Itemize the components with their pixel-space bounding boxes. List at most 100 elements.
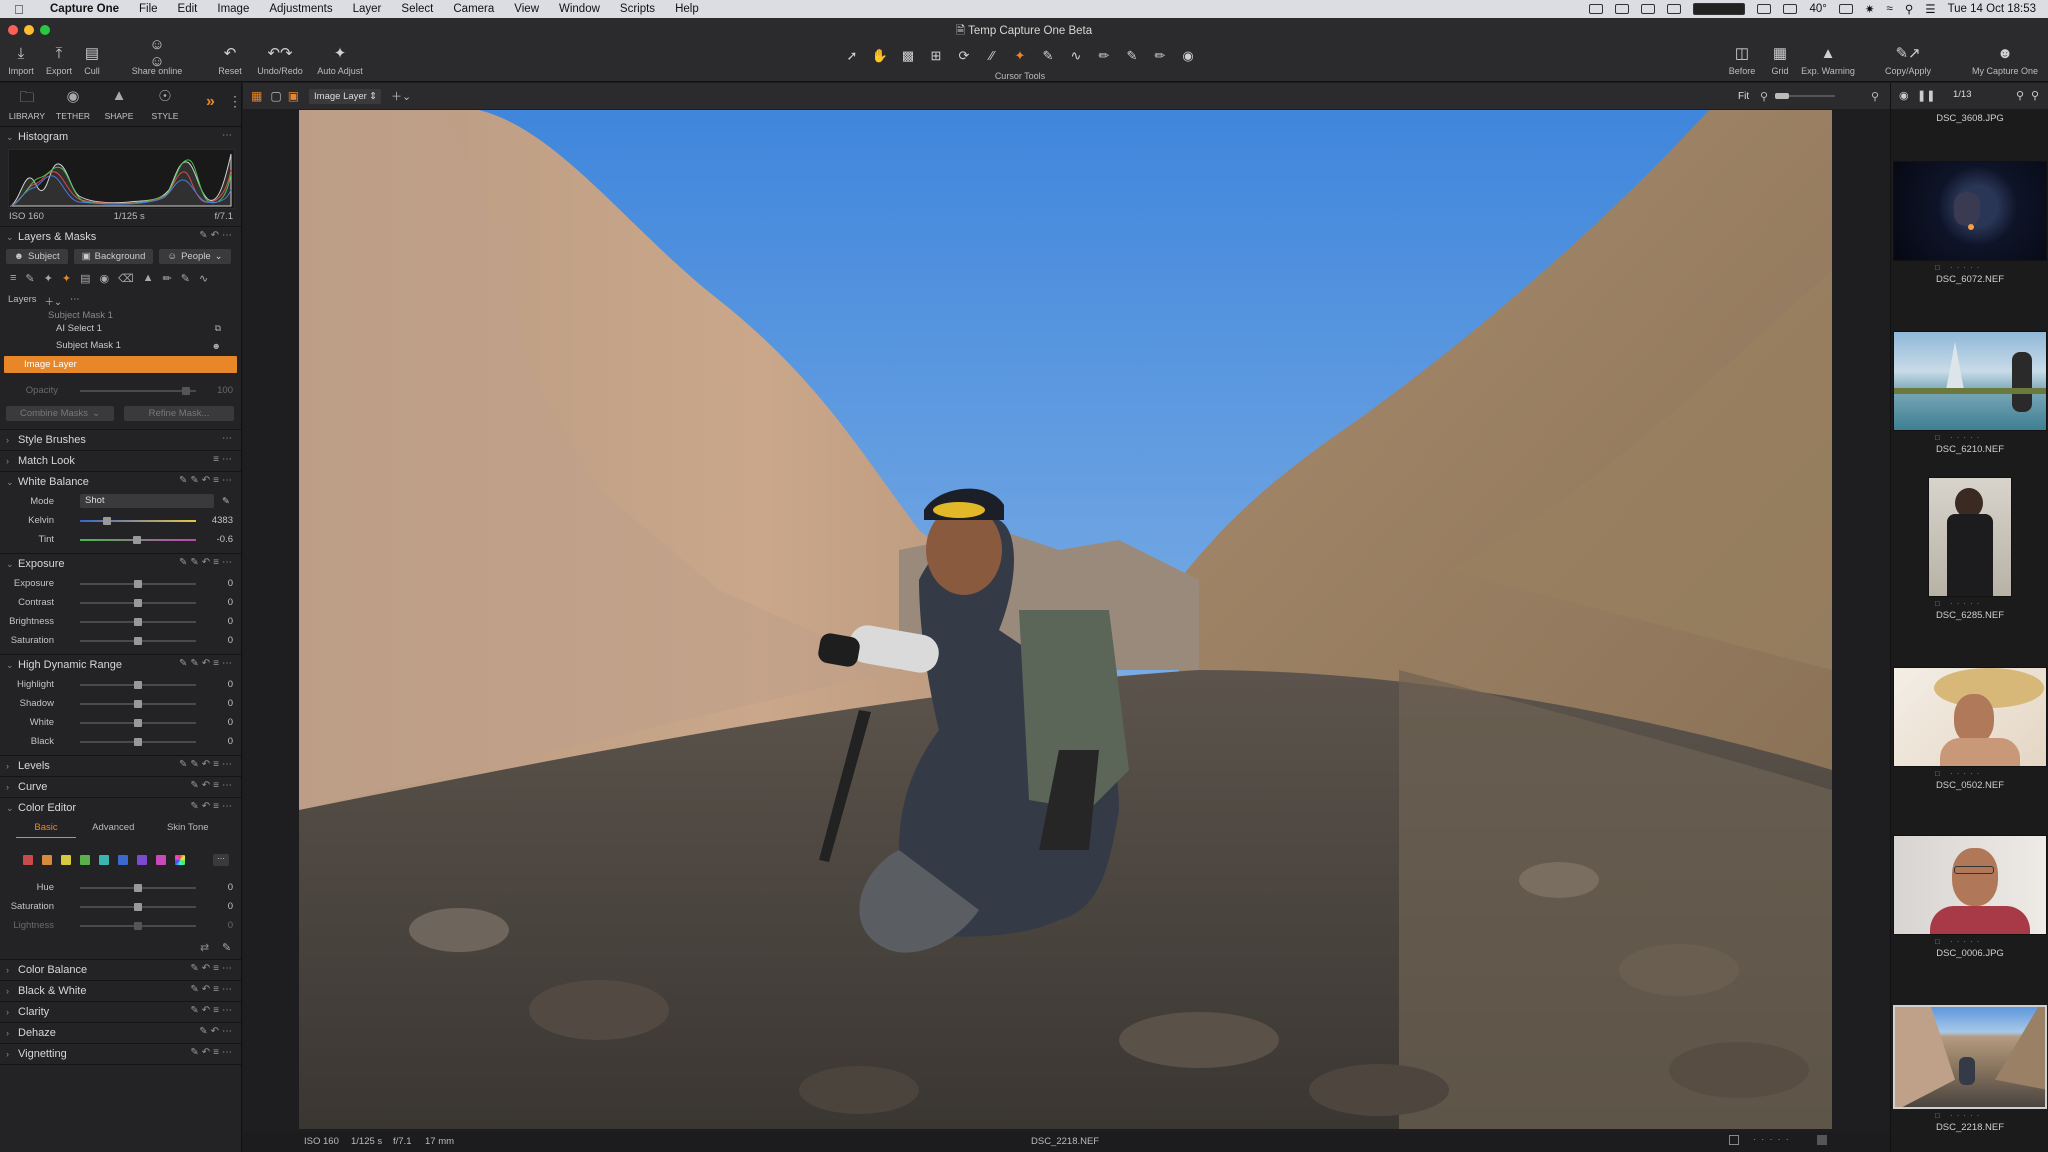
- tool-actions-icon[interactable]: ✎↶≡⋯: [190, 984, 235, 995]
- opacity-slider[interactable]: Opacity 100: [0, 381, 241, 400]
- swatch-green[interactable]: [79, 854, 91, 866]
- swatch-all-colors[interactable]: [174, 854, 186, 866]
- black-white-header[interactable]: › Black & White ✎↶≡⋯: [0, 981, 241, 1001]
- tool-actions-icon[interactable]: ✎✎↶≡⋯: [179, 557, 235, 568]
- undo-redo-button[interactable]: ↶↷ Undo/Redo: [256, 44, 304, 76]
- rotate-tool-icon[interactable]: ⟳: [953, 48, 975, 64]
- thumbnail-rating[interactable]: □ ·····: [1893, 1111, 2047, 1120]
- color-tag-icon[interactable]: [1817, 1135, 1827, 1145]
- import-button[interactable]: ⤓ Import: [6, 44, 36, 77]
- style-brushes-header[interactable]: › Style Brushes ⋯: [0, 430, 241, 450]
- layer-row[interactable]: AI Select 1 ⧉: [0, 320, 241, 337]
- color-saturation-slider[interactable]: Saturation 0: [0, 897, 241, 916]
- layer-selector[interactable]: Image Layer ⇕: [309, 88, 382, 104]
- tool-menu-icon[interactable]: ⋯: [222, 130, 235, 141]
- dehaze-header[interactable]: › Dehaze ✎↶⋯: [0, 1023, 241, 1043]
- magic-brush-icon[interactable]: ✦: [44, 272, 53, 285]
- hue-slider[interactable]: Hue 0: [0, 878, 241, 897]
- eye-icon[interactable]: ◉: [1899, 89, 1909, 102]
- bluetooth-icon[interactable]: ✷: [1865, 2, 1875, 16]
- picker-tool-icon[interactable]: ✏: [1093, 48, 1115, 64]
- more-options-icon[interactable]: ⋯: [213, 854, 229, 866]
- radial-gradient-icon[interactable]: ◉: [99, 272, 109, 285]
- tool-actions-icon[interactable]: ✎✎↶≡⋯: [179, 658, 235, 669]
- thumbnail[interactable]: □ ····· DSC_0502.NEF: [1893, 667, 2047, 791]
- memory-icon[interactable]: [1783, 4, 1798, 14]
- control-center-icon[interactable]: ☰: [1925, 2, 1935, 16]
- menu-layer[interactable]: Layer: [343, 3, 392, 15]
- tabs-menu-icon[interactable]: ⋮: [228, 93, 241, 110]
- auto-adjust-button[interactable]: ✦ Auto Adjust: [314, 44, 366, 76]
- exposure-warning-button[interactable]: ▲ Exp. Warning: [1800, 44, 1856, 77]
- tool-actions-icon[interactable]: ✎✎↶≡⋯: [179, 759, 235, 770]
- straighten-tool-icon[interactable]: ▩: [897, 48, 919, 64]
- pan-tool-icon[interactable]: ✋: [869, 48, 891, 64]
- menu-select[interactable]: Select: [391, 3, 443, 15]
- add-layer-icon[interactable]: ＋⌄: [45, 294, 62, 308]
- tab-tether[interactable]: ◉ TETHER: [50, 83, 96, 121]
- proof-view-icon[interactable]: ▣: [288, 89, 299, 103]
- tool-actions-icon[interactable]: ✎↶≡⋯: [190, 1047, 235, 1058]
- wb-mode-select[interactable]: Shot: [80, 494, 214, 508]
- tab-shape[interactable]: ▲ SHAPE: [96, 83, 142, 121]
- add-layer-icon[interactable]: ＋⌄: [391, 88, 411, 104]
- tool-actions-icon[interactable]: ✎↶⋯: [199, 1026, 235, 1037]
- menu-adjustments[interactable]: Adjustments: [259, 3, 342, 15]
- refine-mask-button[interactable]: Refine Mask...: [124, 406, 234, 421]
- copy-apply-button[interactable]: ✎↗ Copy/Apply: [1882, 44, 1934, 76]
- layer-row[interactable]: Subject Mask 1: [0, 311, 241, 320]
- swatch-cyan[interactable]: [98, 854, 110, 866]
- brightness-slider[interactable]: Brightness 0: [0, 612, 241, 631]
- thumbnail[interactable]: □ ····· DSC_0006.JPG: [1893, 835, 2047, 959]
- highlight-slider[interactable]: Highlight 0: [0, 675, 241, 694]
- shadow-slider[interactable]: Shadow 0: [0, 694, 241, 713]
- ai-select-icon[interactable]: ✦: [62, 272, 71, 285]
- lightness-slider[interactable]: Lightness 0: [0, 916, 241, 935]
- subject-mask-button[interactable]: ☻ Subject: [6, 249, 68, 264]
- layer-row-selected[interactable]: Image Layer: [4, 356, 237, 373]
- black-slider[interactable]: Black 0: [0, 732, 241, 751]
- pointer-tool-icon[interactable]: ➚: [841, 48, 863, 64]
- vignetting-header[interactable]: › Vignetting ✎↶≡⋯: [0, 1044, 241, 1064]
- layer-menu-icon[interactable]: ⋯: [70, 294, 80, 308]
- menu-camera[interactable]: Camera: [443, 3, 504, 15]
- menu-edit[interactable]: Edit: [168, 3, 208, 15]
- thumbnail[interactable]: □ ····· DSC_6072.NEF: [1893, 161, 2047, 285]
- combine-masks-button[interactable]: Combine Masks ⌄: [6, 406, 114, 421]
- keystone-tool-icon[interactable]: ⁄⁄: [981, 48, 1003, 64]
- copy-icon[interactable]: ⧉: [215, 323, 221, 334]
- tool-actions-icon[interactable]: ✎↶≡⋯: [190, 963, 235, 974]
- menubar-clock[interactable]: Tue 14 Oct 18:53: [1948, 3, 2036, 15]
- mask-options-icon[interactable]: ≡: [10, 272, 16, 285]
- menu-image[interactable]: Image: [207, 3, 259, 15]
- progress-indicator[interactable]: [1693, 3, 1746, 15]
- more-tabs-icon[interactable]: »: [206, 93, 215, 111]
- thumbnail-rating[interactable]: □ ·····: [1893, 433, 2047, 442]
- swatch-blue[interactable]: [117, 854, 129, 866]
- zoom-slider-handle[interactable]: [1775, 93, 1789, 99]
- thumbnail-rating[interactable]: □ ·····: [1893, 599, 2047, 608]
- kelvin-slider[interactable]: Kelvin 4383: [0, 511, 241, 530]
- exposure-header[interactable]: ⌄ Exposure ✎✎↶≡⋯: [0, 554, 241, 574]
- screen-icon[interactable]: [1615, 4, 1630, 14]
- menu-view[interactable]: View: [504, 3, 549, 15]
- select-checkbox[interactable]: [1729, 1135, 1739, 1145]
- crop-tool-icon[interactable]: ⊞: [925, 48, 947, 64]
- match-look-header[interactable]: › Match Look ≡⋯: [0, 451, 241, 471]
- grid-button[interactable]: ▦ Grid: [1768, 44, 1792, 76]
- menu-help[interactable]: Help: [665, 3, 709, 15]
- eraser-tool-icon[interactable]: ✎: [1037, 48, 1059, 64]
- reset-button[interactable]: ↶ Reset: [214, 44, 246, 76]
- menu-scripts[interactable]: Scripts: [610, 3, 665, 15]
- exposure-slider[interactable]: Exposure 0: [0, 574, 241, 593]
- multi-view-icon[interactable]: ▦: [251, 89, 262, 103]
- linear-gradient-icon[interactable]: ▤: [80, 272, 90, 285]
- display-icon[interactable]: [1838, 4, 1853, 14]
- levels-header[interactable]: › Levels ✎✎↶≡⋯: [0, 756, 241, 776]
- app-menu[interactable]: Capture One: [40, 3, 129, 15]
- main-photo[interactable]: [299, 110, 1832, 1129]
- swatch-yellow[interactable]: [60, 854, 72, 866]
- eraser-icon[interactable]: ⌫: [118, 272, 134, 285]
- swatch-red[interactable]: [22, 854, 34, 866]
- gradient-tool-icon[interactable]: ∿: [1065, 48, 1087, 64]
